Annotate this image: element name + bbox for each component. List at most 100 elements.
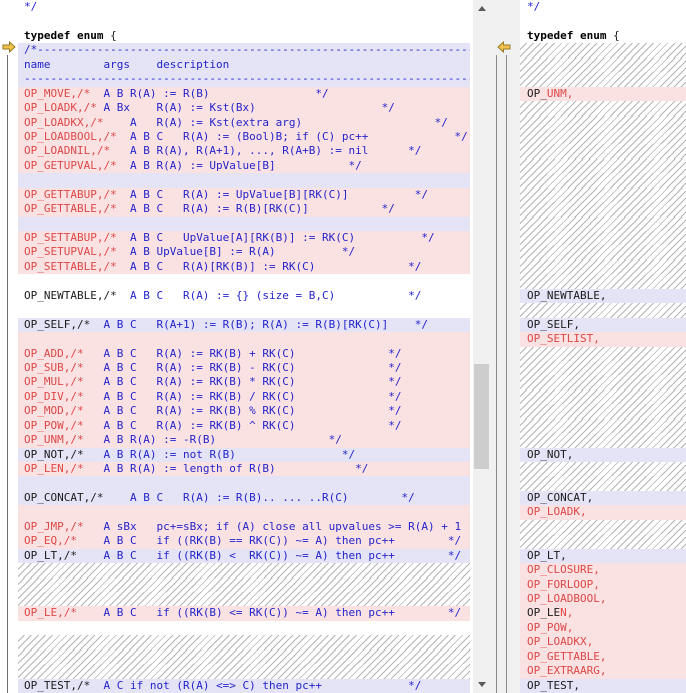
code-line bbox=[520, 130, 686, 144]
code-line: OP_EQ,/* A B C if ((RK(B) == RK(C)) ~= A… bbox=[18, 534, 470, 548]
code-token: A Bx R(A) := Kst(Bx) */ bbox=[97, 101, 395, 114]
code-token: OP_SUB,/* bbox=[24, 361, 84, 374]
code-token: OP_MOVE,/* bbox=[24, 87, 90, 100]
code-line: typedef enum { bbox=[18, 29, 470, 43]
code-token: OP_TEST, bbox=[527, 679, 580, 692]
right-code-pane[interactable]: */typedef enum {OP_UNM,OP_NEWTABLE,OP_SE… bbox=[520, 0, 686, 693]
left-code-pane[interactable]: */typedef enum {/*----------------------… bbox=[18, 0, 470, 693]
code-line: OP_NEWTABLE, bbox=[520, 289, 686, 303]
code-token: OP_ADD,/* bbox=[24, 347, 84, 360]
code-line: OP_LOADNIL,/* A B R(A), R(A+1), ..., R(A… bbox=[18, 144, 470, 158]
code-token: A R(A) := Kst(extra arg) */ bbox=[103, 116, 447, 129]
code-token: OP_GETTABLE,/* bbox=[24, 202, 117, 215]
code-token: A B C R(A) := RK(B) ^ RK(C) */ bbox=[84, 419, 402, 432]
code-token: OP_LOADK, bbox=[527, 505, 587, 518]
code-token: typedef enum bbox=[527, 29, 606, 42]
code-token: A B C R(A) := UpValue[B][RK(C)] */ bbox=[117, 188, 428, 201]
code-line: name args description bbox=[18, 58, 470, 72]
code-line: OP_LOADK, bbox=[520, 505, 686, 519]
code-line: OP_LE,/* A B C if ((RK(B) <= RK(C)) ~= A… bbox=[18, 606, 470, 620]
code-line: OP_SETLIST, bbox=[520, 332, 686, 346]
code-token: A B C R(A) := (Bool)B; if (C) pc++ */ bbox=[117, 130, 468, 143]
code-line: OP_LOADBOOL, bbox=[520, 592, 686, 606]
code-line bbox=[520, 347, 686, 361]
code-token: A B C UpValue[A][RK(B)] := RK(C) */ bbox=[117, 231, 435, 244]
scrollbar-down-button[interactable] bbox=[473, 676, 490, 693]
triangle-down-icon bbox=[478, 682, 486, 687]
code-token: OP_LT, bbox=[527, 549, 567, 562]
left-gutter bbox=[0, 0, 18, 693]
code-line bbox=[520, 188, 686, 202]
code-line bbox=[520, 534, 686, 548]
code-line bbox=[520, 245, 686, 259]
code-line bbox=[520, 419, 686, 433]
code-line: OP_CLOSURE, bbox=[520, 563, 686, 577]
code-line bbox=[520, 433, 686, 447]
code-token: OP_NEWTABLE, bbox=[527, 289, 606, 302]
code-line bbox=[520, 173, 686, 187]
code-line: OP_NEWTABLE,/* A B C R(A) := {} (size = … bbox=[18, 289, 470, 303]
code-token: */ bbox=[24, 0, 37, 13]
code-token: OP_LOADKX,/* bbox=[24, 116, 103, 129]
code-line bbox=[520, 159, 686, 173]
code-line: OP_SETUPVAL,/* A B UpValue[B] := R(A) */ bbox=[18, 245, 470, 259]
code-token: OP_GETUPVAL,/* bbox=[24, 159, 117, 172]
code-line: OP_MOVE,/* A B R(A) := R(B) */ bbox=[18, 87, 470, 101]
triangle-up-icon bbox=[478, 6, 486, 11]
code-line: OP_SELF,/* A B C R(A+1) := R(B); R(A) :=… bbox=[18, 318, 470, 332]
code-line bbox=[18, 563, 470, 577]
code-token: OP_CONCAT, bbox=[527, 491, 593, 504]
code-token: OP_MOD,/* bbox=[24, 404, 84, 417]
code-line bbox=[520, 520, 686, 534]
code-line: OP_LOADKX, bbox=[520, 635, 686, 649]
code-line bbox=[520, 361, 686, 375]
code-line: OP_ADD,/* A B C R(A) := RK(B) + RK(C) */ bbox=[18, 347, 470, 361]
code-token: A B C R(A) := {} (size = B,C) */ bbox=[117, 289, 422, 302]
code-token: A B C R(A) := RK(B) + RK(C) */ bbox=[84, 347, 402, 360]
code-token: OP_EQ,/* bbox=[24, 534, 77, 547]
code-token: OP_SELF,/* bbox=[24, 318, 90, 331]
code-line bbox=[18, 476, 470, 490]
scrollbar-up-button[interactable] bbox=[473, 0, 490, 17]
code-line bbox=[520, 43, 686, 57]
code-line: OP_LOADBOOL,/* A B C R(A) := (Bool)B; if… bbox=[18, 130, 470, 144]
current-diff-arrow-right-icon bbox=[2, 41, 16, 53]
code-line bbox=[520, 390, 686, 404]
code-line: OP_MOD,/* A B C R(A) := RK(B) % RK(C) */ bbox=[18, 404, 470, 418]
code-line: */ bbox=[18, 0, 470, 14]
code-line bbox=[18, 303, 470, 317]
code-token: OP_CLOSURE, bbox=[527, 563, 600, 576]
code-token: OP_SETTABUP,/* bbox=[24, 231, 117, 244]
code-token: A B R(A) := length of R(B) */ bbox=[84, 462, 369, 475]
code-token: OP_NOT,/* bbox=[24, 448, 84, 461]
code-token: OP_LE bbox=[527, 606, 560, 619]
code-line bbox=[520, 14, 686, 28]
code-line: OP_POW,/* A B C R(A) := RK(B) ^ RK(C) */ bbox=[18, 419, 470, 433]
code-token: A B R(A) := not R(B) */ bbox=[84, 448, 356, 461]
middle-strip bbox=[470, 0, 520, 693]
vertical-scrollbar[interactable] bbox=[473, 0, 490, 693]
code-token: OP_LEN,/* bbox=[24, 462, 84, 475]
code-line: OP_GETTABUP,/* A B C R(A) := UpValue[B][… bbox=[18, 188, 470, 202]
pane-separator-line bbox=[496, 55, 497, 693]
code-line: OP_SETTABLE,/* A B C R(A)[RK(B)] := RK(C… bbox=[18, 260, 470, 274]
code-line bbox=[520, 72, 686, 86]
code-line: typedef enum { bbox=[520, 29, 686, 43]
scrollbar-thumb[interactable] bbox=[474, 364, 489, 469]
code-token: OP_NEWTABLE,/* bbox=[24, 289, 117, 302]
code-line bbox=[18, 217, 470, 231]
code-line: OP_MUL,/* A B C R(A) := RK(B) * RK(C) */ bbox=[18, 375, 470, 389]
code-line: OP_LT,/* A B C if ((RK(B) < RK(C)) ~= A)… bbox=[18, 549, 470, 563]
code-line: ----------------------------------------… bbox=[18, 72, 470, 86]
code-line: OP_GETUPVAL,/* A B R(A) := UpValue[B] */ bbox=[18, 159, 470, 173]
code-token: OP_NOT, bbox=[527, 448, 573, 461]
code-line: OP_DIV,/* A B C R(A) := RK(B) / RK(C) */ bbox=[18, 390, 470, 404]
code-token: { bbox=[103, 29, 116, 42]
code-line bbox=[520, 101, 686, 115]
code-line bbox=[18, 635, 470, 649]
code-token: OP_FORLOOP, bbox=[527, 578, 600, 591]
code-line: OP_NOT, bbox=[520, 448, 686, 462]
code-token: A C if not (R(A) <=> C) then pc++ */ bbox=[90, 679, 421, 692]
code-token: OP_SELF, bbox=[527, 318, 580, 331]
code-token: OP_LOADKX, bbox=[527, 635, 593, 648]
